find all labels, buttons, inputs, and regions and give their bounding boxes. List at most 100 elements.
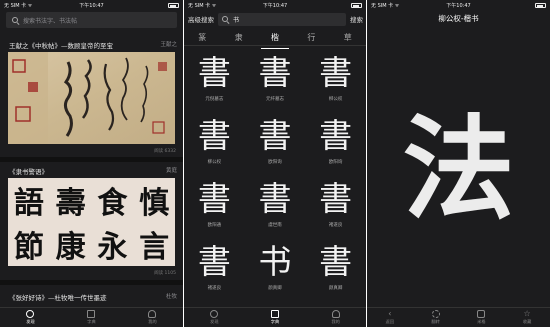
person-icon <box>148 310 157 318</box>
grid-icon <box>477 310 486 318</box>
article-author: 杜牧 <box>165 294 177 300</box>
search-input[interactable]: 搜索书法字、书法帖 <box>6 12 177 28</box>
book-icon <box>87 310 96 318</box>
tab-label: 我的 <box>331 319 340 324</box>
bottom-action-bar: ‹ 返回 翻转 米格 ☆ 收藏 <box>367 307 550 327</box>
clerical-char: 食 <box>97 186 128 221</box>
advanced-search-button[interactable]: 高级搜索 <box>188 14 214 24</box>
clerical-char: 永 <box>97 230 128 265</box>
back-button[interactable]: ‹ 返回 <box>386 310 394 325</box>
article-author: 王献之 <box>160 42 177 48</box>
article-title[interactable]: 《张好好诗》—杜牧唯一传世墨迹 <box>9 292 107 302</box>
character-display: 法 <box>402 104 515 235</box>
result-item[interactable]: 書虞世南 <box>245 178 306 236</box>
result-item[interactable]: 書柳公权 <box>184 115 245 173</box>
character-detail-screen: 无 SIM 卡 ᯤ 下午10:47 柳公权-楷书 法 ‹ 返回 翻转 米格 ☆ … <box>367 0 550 327</box>
result-item[interactable]: 書元纤墓志 <box>245 52 306 110</box>
result-char: 書 <box>258 179 292 218</box>
result-item[interactable]: 書欧阳询 <box>245 115 306 173</box>
flip-icon <box>431 310 440 318</box>
result-item[interactable]: 書欧阳询 <box>305 115 366 173</box>
search-button[interactable]: 搜索 <box>350 14 363 24</box>
result-item[interactable]: 書欧阳通 <box>184 178 245 236</box>
article-title[interactable]: 王献之《中秋帖》—数顾皇帝的至宝 <box>9 40 113 50</box>
action-label: 收藏 <box>522 319 532 324</box>
result-char: 書 <box>319 242 353 281</box>
result-char: 書 <box>319 116 353 155</box>
article-title-row[interactable]: 《隶书警语》 黄庭 <box>9 166 177 176</box>
tab-me[interactable]: 我的 <box>148 310 157 325</box>
tab-me[interactable]: 我的 <box>331 310 340 325</box>
article-author: 黄庭 <box>165 168 177 174</box>
tab-discover[interactable]: 发现 <box>26 310 35 325</box>
tab-label: 字典 <box>87 319 96 324</box>
tab-discover[interactable]: 发现 <box>210 310 219 325</box>
page-title: 柳公权-楷书 <box>438 14 479 23</box>
result-item[interactable]: 書颜真卿 <box>305 241 366 299</box>
card-divider <box>0 157 183 162</box>
star-icon: ☆ <box>523 309 531 318</box>
tab-seal-script[interactable]: 篆 <box>194 30 210 45</box>
result-calligrapher: 欧阳通 <box>207 223 222 228</box>
person-icon <box>331 310 340 318</box>
result-item[interactable]: 书颜真卿 <box>245 241 306 299</box>
result-char: 書 <box>197 242 231 281</box>
search-icon <box>222 15 229 23</box>
clerical-char: 節 <box>13 230 44 265</box>
compass-icon <box>210 310 219 318</box>
result-calligrapher: 颜真卿 <box>328 286 343 291</box>
tab-clerical-script[interactable]: 隶 <box>231 30 247 45</box>
result-char: 书 <box>258 242 292 281</box>
article-title-row[interactable]: 王献之《中秋帖》—数顾皇帝的至宝 王献之 <box>9 40 177 50</box>
bottom-tab-bar: 发现 字典 我的 <box>184 307 366 327</box>
battery-icon <box>535 2 546 8</box>
calligraphy-scroll-image <box>8 52 175 144</box>
tab-label: 我的 <box>148 319 157 324</box>
clerical-char: 康 <box>55 230 86 265</box>
article-image-clerical[interactable]: 語 壽 食 慎 節 康 永 言 <box>8 178 175 266</box>
tab-regular-script[interactable]: 楷 <box>260 30 289 49</box>
search-bar: 高级搜索 书 搜索 <box>184 10 366 28</box>
result-char: 書 <box>319 179 353 218</box>
tab-cursive-script[interactable]: 草 <box>340 30 356 45</box>
tab-running-script[interactable]: 行 <box>303 30 319 45</box>
result-item[interactable]: 書柳公权 <box>305 52 366 110</box>
search-placeholder: 搜索书法字、书法帖 <box>23 17 78 25</box>
script-style-tabs: 篆 隶 楷 行 草 <box>184 30 366 49</box>
status-bar: 无 SIM 卡 ᯤ 下午10:47 <box>184 0 366 10</box>
result-calligrapher: 欧阳询 <box>268 160 282 165</box>
result-item[interactable]: 書元倪墓志 <box>184 52 245 110</box>
result-char: 書 <box>258 116 292 155</box>
tab-label: 发现 <box>210 319 219 324</box>
result-calligrapher: 元倪墓志 <box>205 97 224 102</box>
action-label: 返回 <box>385 319 395 324</box>
favorite-button[interactable]: ☆ 收藏 <box>523 310 531 325</box>
action-label: 翻转 <box>431 319 440 324</box>
article-image-zhongqiu[interactable] <box>8 52 175 144</box>
compass-icon <box>26 310 35 318</box>
bottom-tab-bar: 发现 字典 我的 <box>0 307 183 327</box>
result-item[interactable]: 書褚遂良 <box>184 241 245 299</box>
tab-label: 发现 <box>26 319 35 324</box>
clerical-char: 壽 <box>55 186 86 221</box>
back-icon: ‹ <box>388 309 392 318</box>
search-input[interactable]: 书 <box>218 12 346 26</box>
read-count: 阅读 1105 <box>154 271 176 276</box>
result-calligrapher: 柳公权 <box>328 97 343 102</box>
article-title-row[interactable]: 《张好好诗》—杜牧唯一传世墨迹 杜牧 <box>9 292 177 302</box>
result-calligrapher: 褚遂良 <box>328 223 343 228</box>
result-char: 書 <box>197 116 231 155</box>
result-calligrapher: 褚遂良 <box>207 286 222 291</box>
result-char: 書 <box>197 179 231 218</box>
result-calligrapher: 元纤墓志 <box>265 97 284 102</box>
article-title[interactable]: 《隶书警语》 <box>9 166 48 176</box>
grid-button[interactable]: 米格 <box>477 310 486 325</box>
result-item[interactable]: 書褚遂良 <box>305 178 366 236</box>
flip-button[interactable]: 翻转 <box>431 310 440 325</box>
search-value: 书 <box>233 16 240 24</box>
result-calligrapher: 柳公权 <box>207 160 222 165</box>
tab-dictionary[interactable]: 字典 <box>271 310 279 325</box>
clock: 下午10:47 <box>262 2 288 9</box>
result-char: 書 <box>258 53 292 92</box>
tab-dictionary[interactable]: 字典 <box>87 310 96 325</box>
